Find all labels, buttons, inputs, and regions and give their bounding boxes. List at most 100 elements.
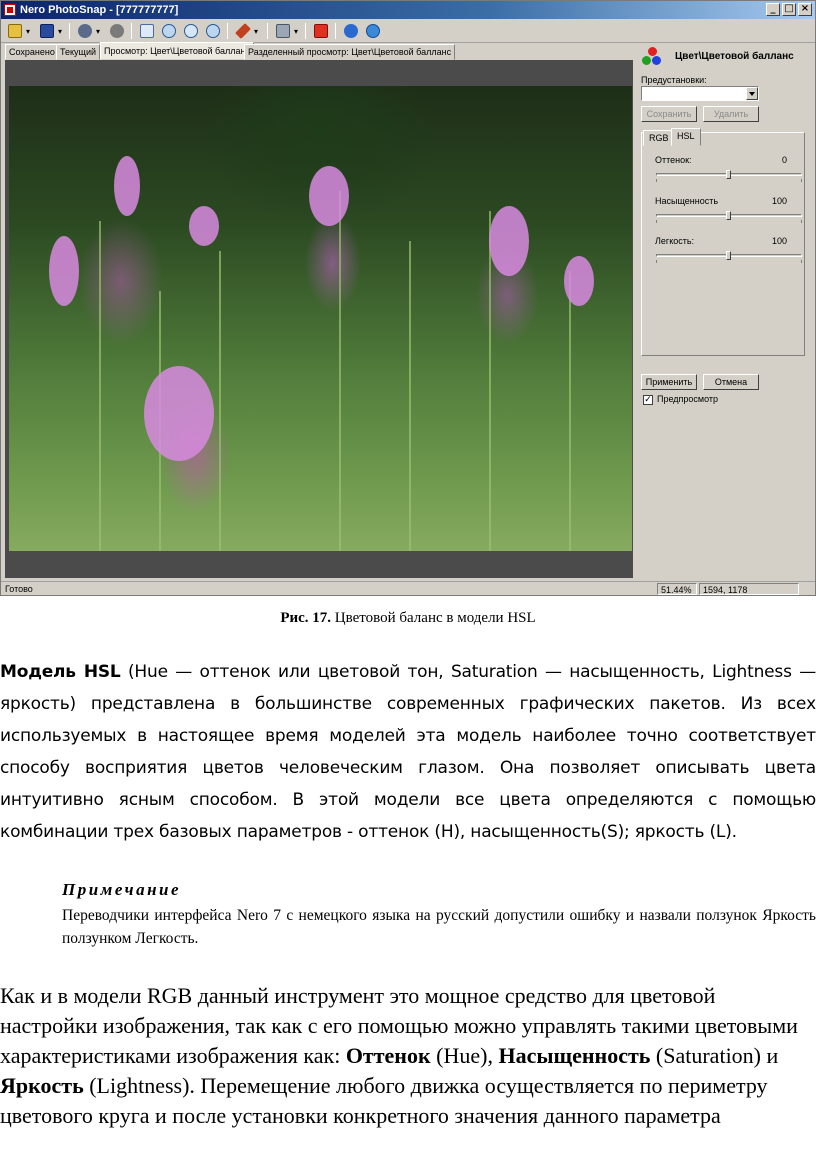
tab-preview[interactable]: Просмотр: Цвет\Цветовой балланс <box>100 42 254 60</box>
maximize-button[interactable]: □ <box>782 3 796 16</box>
tab-hsl[interactable]: HSL <box>671 128 701 146</box>
help-button[interactable] <box>363 22 383 40</box>
zoom-fit-button[interactable] <box>181 22 201 40</box>
delete-preset-button[interactable]: Удалить <box>703 106 759 122</box>
hue-value: 0 <box>781 155 787 165</box>
plant-stem <box>569 271 571 551</box>
color-balance-panel: Цвет\Цветовой балланс Предустановки: Сох… <box>637 44 815 580</box>
toolbar-divider <box>69 23 70 39</box>
zoom-out-icon <box>206 24 220 38</box>
hsl-settings-box: Оттенок: 0 Насыщенность 100 Легкость: 10… <box>641 132 805 356</box>
power-icon <box>314 24 328 38</box>
plant-stem <box>99 221 101 551</box>
undo-button[interactable] <box>75 22 95 40</box>
status-text: Готово <box>5 584 33 594</box>
floppy-icon <box>40 24 54 38</box>
paragraph-text: (Saturation) и <box>650 1043 779 1068</box>
redo-button[interactable] <box>107 22 127 40</box>
lightness-slider-ticks <box>656 260 802 263</box>
plant-stem <box>409 241 411 551</box>
photo-fireweed <box>9 86 632 551</box>
print-button[interactable] <box>273 22 293 40</box>
tab-rgb[interactable]: RGB <box>643 130 675 146</box>
chevron-down-icon[interactable]: ▾ <box>96 28 100 36</box>
cancel-button[interactable]: Отмена <box>703 374 759 390</box>
chevron-down-icon[interactable]: ▾ <box>58 28 62 36</box>
hsl-paragraph: Модель HSL (Hue — оттенок или цветовой т… <box>0 656 816 848</box>
image-viewer[interactable] <box>5 60 633 578</box>
tab-current[interactable]: Текущий <box>56 44 100 60</box>
caption-number: Рис. 17. <box>280 610 332 626</box>
zoom-icon <box>184 24 198 38</box>
chevron-down-icon[interactable] <box>746 87 758 100</box>
app-window: Nero PhotoSnap - [777777777] _ □ × ▾ ▾ ▾… <box>0 0 816 596</box>
hue-slider-thumb[interactable] <box>726 170 731 179</box>
toolbar: ▾ ▾ ▾ ▾ ▾ <box>1 19 815 43</box>
info-button[interactable] <box>341 22 361 40</box>
plant-stem <box>339 191 341 551</box>
undo-icon <box>78 24 92 38</box>
color-balance-icon <box>642 47 662 67</box>
hsl-term: Модель HSL <box>0 662 121 682</box>
save-button[interactable] <box>37 22 57 40</box>
flower-cluster <box>144 366 214 461</box>
chevron-down-icon[interactable]: ▾ <box>26 28 30 36</box>
flower-cluster <box>114 156 140 216</box>
redo-icon <box>110 24 124 38</box>
saturation-slider-thumb[interactable] <box>726 211 731 220</box>
toolbar-divider <box>227 23 228 39</box>
flower-cluster <box>489 206 529 276</box>
page-icon <box>140 24 154 38</box>
figure-caption: Рис. 17. Цветовой баланс в модели HSL <box>0 610 816 627</box>
preview-label: Предпросмотр <box>657 394 719 404</box>
tab-split-preview[interactable]: Разделенный просмотр: Цвет\Цветовой балл… <box>244 44 456 60</box>
saturation-value: 100 <box>771 196 787 206</box>
presets-dropdown[interactable] <box>641 86 759 101</box>
power-button[interactable] <box>311 22 331 40</box>
zoom-level: 51.44% <box>657 583 697 595</box>
paragraph-text: (Lightness). Перемещение любого движка о… <box>0 1073 768 1128</box>
toolbar-divider <box>335 23 336 39</box>
hue-slider-ticks <box>656 179 802 182</box>
saturation-slider-ticks <box>656 220 802 223</box>
zoom-out-button[interactable] <box>203 22 223 40</box>
close-button[interactable]: × <box>798 3 812 16</box>
flower-cluster <box>564 256 594 306</box>
folder-icon <box>8 24 22 38</box>
toolbar-divider <box>305 23 306 39</box>
tab-saved[interactable]: Сохранено <box>5 44 59 60</box>
page-view-button[interactable] <box>137 22 157 40</box>
hsl-description: (Hue — оттенок или цветовой тон, Saturat… <box>0 662 816 842</box>
lightness-value: 100 <box>771 236 787 246</box>
paragraph-text: (Hue), <box>430 1043 499 1068</box>
hue-label: Оттенок: <box>655 155 692 165</box>
saturation-label: Насыщенность <box>655 196 719 206</box>
cursor-coords: 1594, 1178 <box>699 583 799 595</box>
wand-icon <box>235 23 251 39</box>
preview-checkbox[interactable]: ✓ <box>643 395 653 405</box>
tool-paragraph: Как и в модели RGB данный инструмент это… <box>0 981 816 1131</box>
lightness-slider-thumb[interactable] <box>726 251 731 260</box>
status-bar: Готово 51.44% 1594, 1178 <box>1 581 815 595</box>
title-bar: Nero PhotoSnap - [777777777] _ □ × <box>1 1 815 19</box>
lightness-label: Легкость: <box>655 236 695 246</box>
chevron-down-icon[interactable]: ▾ <box>254 28 258 36</box>
tools-button[interactable] <box>233 22 253 40</box>
save-preset-button[interactable]: Сохранить <box>641 106 697 122</box>
plant-stem <box>489 211 491 551</box>
printer-icon <box>276 24 290 38</box>
open-folder-button[interactable] <box>5 22 25 40</box>
chevron-down-icon[interactable]: ▾ <box>294 28 298 36</box>
saturation-term: Насыщенность <box>498 1043 651 1068</box>
toolbar-divider <box>131 23 132 39</box>
hue-term: Оттенок <box>345 1043 431 1068</box>
flower-cluster <box>49 236 79 306</box>
presets-label: Предустановки: <box>641 75 707 85</box>
zoom-in-button[interactable] <box>159 22 179 40</box>
note-body: Переводчики интерфейса Nero 7 с немецког… <box>62 907 816 947</box>
minimize-button[interactable]: _ <box>766 3 780 16</box>
app-icon <box>4 4 16 16</box>
view-tabs: Сохранено Текущий Просмотр: Цвет\Цветово… <box>1 42 641 60</box>
apply-button[interactable]: Применить <box>641 374 697 390</box>
note-title: Примечание <box>62 880 182 899</box>
